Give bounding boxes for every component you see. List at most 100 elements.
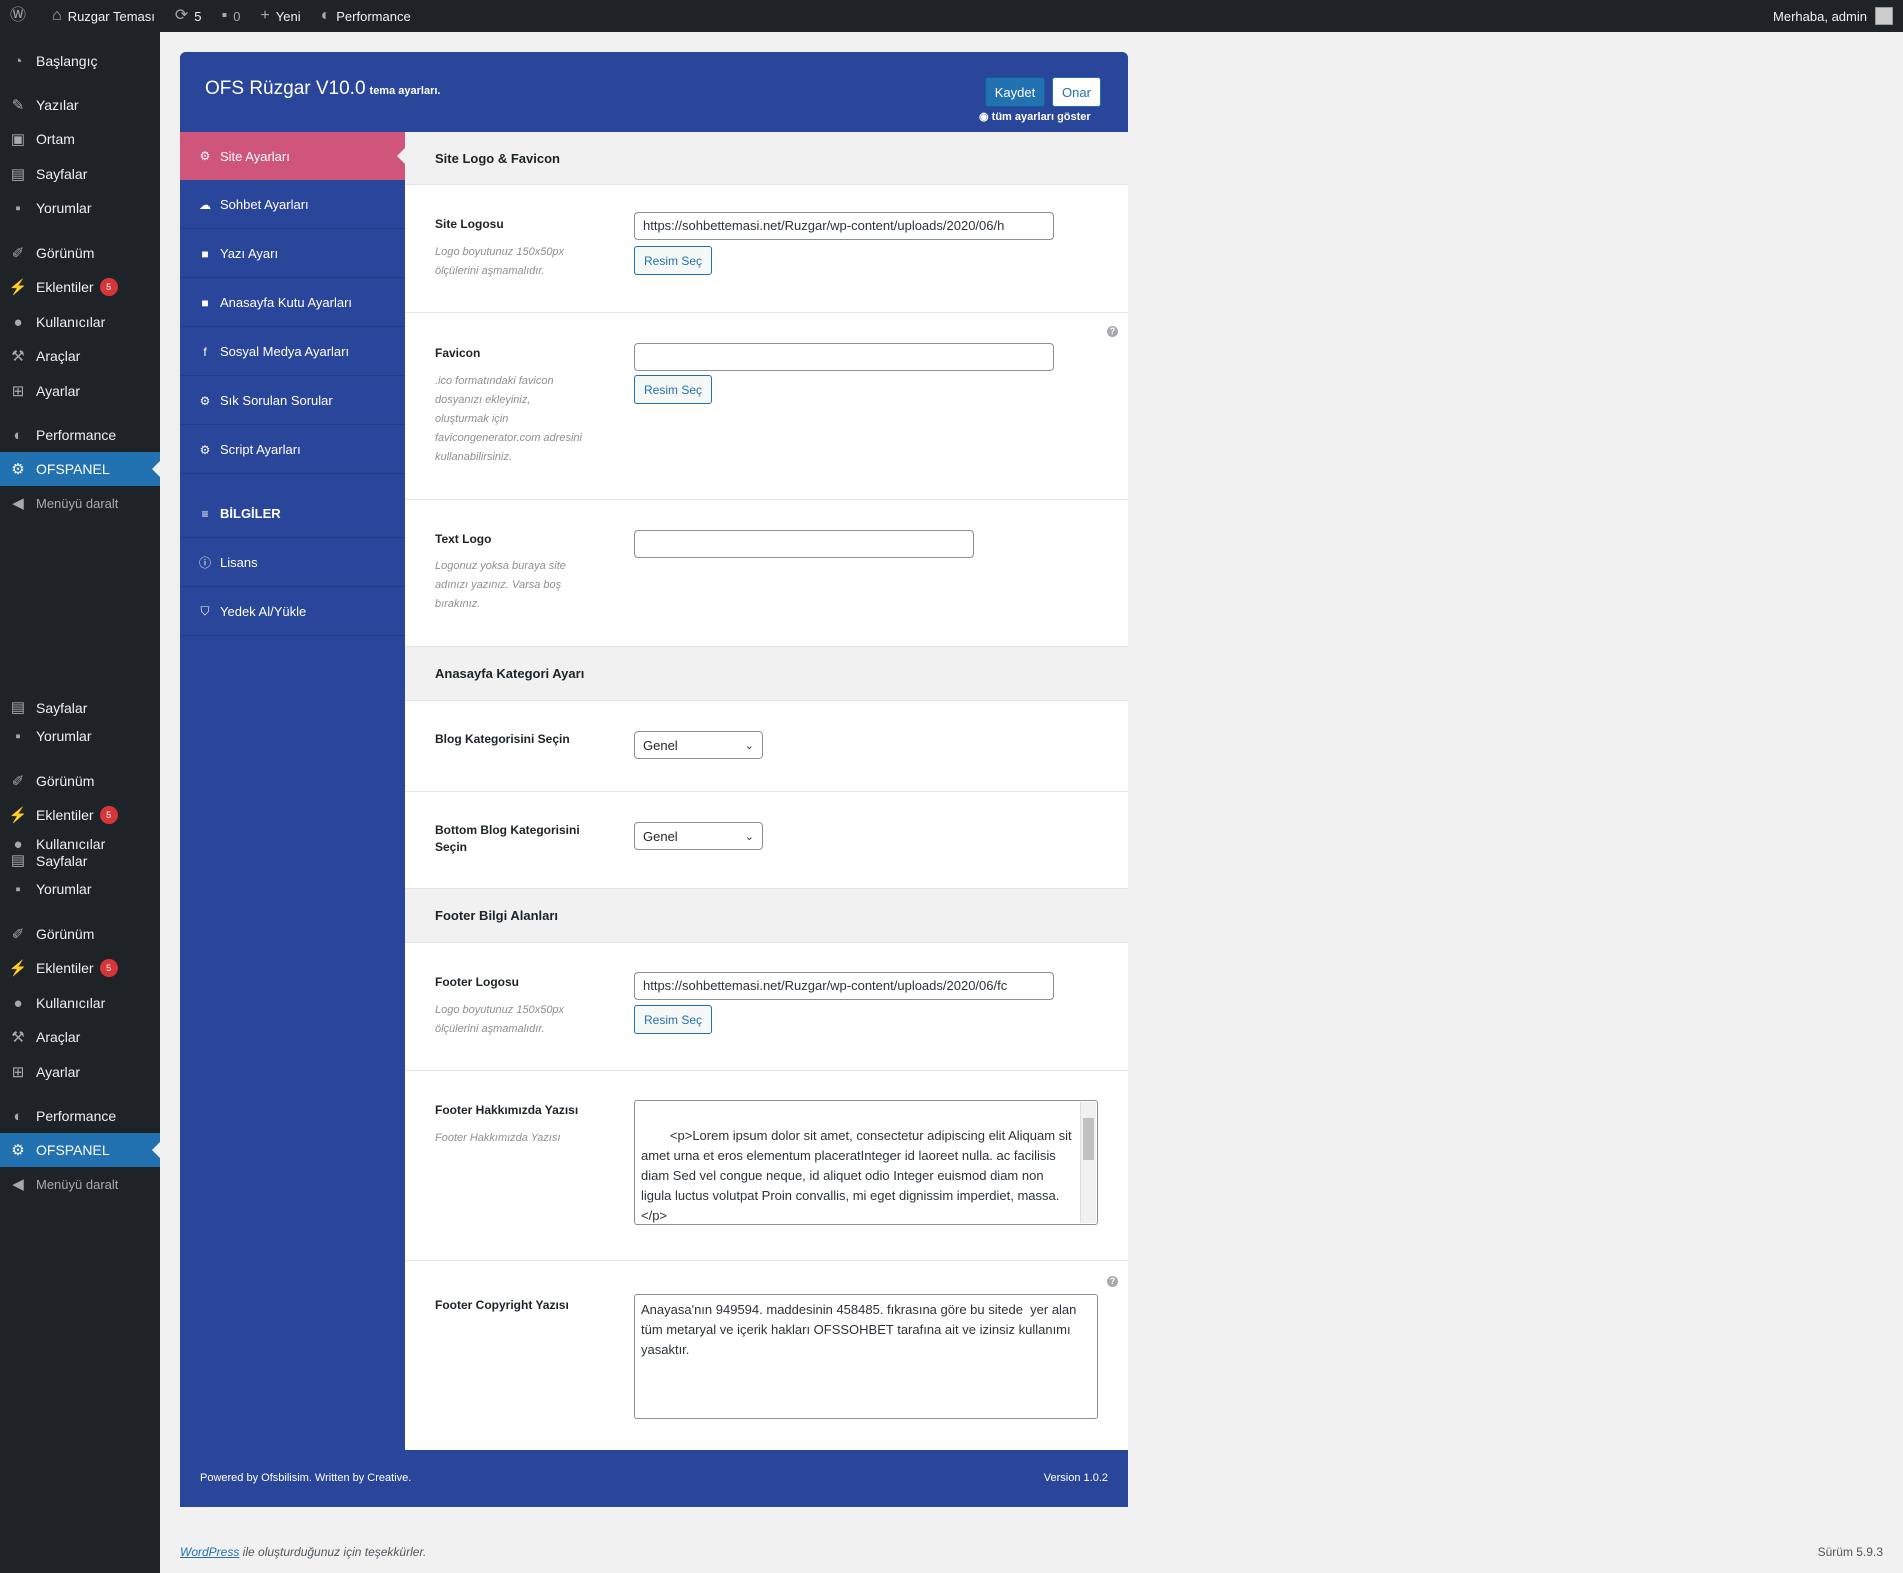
menu-appearance[interactable]: ✐ Görünüm	[0, 764, 160, 798]
menu-performance[interactable]: ◐ Performance	[0, 418, 160, 452]
user-icon: ●	[13, 835, 23, 853]
menu-label: Menüyü daralt	[36, 495, 119, 511]
menu-label: OFSPANEL	[36, 1142, 110, 1158]
help-icon[interactable]: ?	[1107, 1276, 1118, 1287]
user-icon: ●	[13, 994, 23, 1012]
scrollbar-thumb[interactable]	[1083, 1118, 1094, 1160]
menu-comments[interactable]: ▪ Yorumlar	[0, 872, 160, 906]
tab-chat-settings[interactable]: ☁ Sohbet Ayarları	[180, 181, 405, 229]
tab-faq[interactable]: ⚙ Sık Sorulan Sorular	[180, 377, 405, 425]
scrollbar[interactable]	[1080, 1102, 1096, 1223]
menu-collapse[interactable]: ◀ Menüyü daralt	[0, 1167, 160, 1201]
my-account-menu[interactable]: Merhaba, admin	[1773, 7, 1903, 25]
tab-label: Anasayfa Kutu Ayarları	[220, 295, 353, 310]
menu-comments[interactable]: ▪ Yorumlar	[0, 719, 160, 753]
footer-about-textarea[interactable]: <p>Lorem ipsum dolor sit amet, consectet…	[634, 1100, 1098, 1225]
powered-by-text: Powered by Ofsbilisim. Written by Creati…	[200, 1472, 412, 1484]
updates-menu[interactable]: ⟳ 5	[165, 0, 212, 32]
field-label: Favicon	[435, 346, 481, 360]
footer-logo-input[interactable]: https://sohbettemasi.net/Ruzgar/wp-conte…	[634, 972, 1054, 1000]
menu-tools[interactable]: ⚒ Araçlar	[0, 1020, 160, 1054]
choose-image-button[interactable]: Resim Seç	[634, 1005, 712, 1034]
field-description: Logo boyutunuz 150x50px ölçülerini aşmam…	[435, 246, 565, 277]
settings-content: Site Logo & Favicon Site Logosu Logo boy…	[405, 132, 1128, 1450]
bottom-blog-category-select[interactable]: Genel ⌄	[634, 822, 763, 850]
field-label: Site Logosu	[435, 217, 504, 231]
menu-dashboard[interactable]: ◔ Başlangıç	[0, 44, 160, 78]
comment-icon: ▪	[15, 880, 21, 898]
blog-category-select[interactable]: Genel ⌄	[634, 731, 763, 759]
menu-appearance[interactable]: ✐ Görünüm	[0, 917, 160, 951]
field-description: Logo boyutunuz 150x50px ölçülerini aşmam…	[435, 1004, 565, 1035]
menu-label: Yazılar	[36, 97, 79, 113]
choose-image-button[interactable]: Resim Seç	[634, 246, 712, 275]
gears-icon: ⚙	[199, 442, 211, 457]
user-icon: ●	[13, 313, 23, 331]
menu-pages[interactable]: ▤ Sayfalar	[0, 702, 160, 716]
menu-comments[interactable]: ▪ Yorumlar	[0, 191, 160, 225]
field-bottom-blog-category: Bottom Blog Kategorisini Seçin Genel ⌄	[405, 792, 1128, 889]
menu-ofspanel[interactable]: ⚙ OFSPANEL	[0, 452, 160, 486]
comment-icon: ▪	[15, 727, 21, 745]
choose-image-button[interactable]: Resim Seç	[634, 375, 712, 404]
menu-performance[interactable]: ◐ Performance	[0, 1099, 160, 1133]
reset-button[interactable]: Onar	[1052, 77, 1101, 107]
wp-logo-menu[interactable]: Ⓦ	[0, 0, 42, 32]
tab-label: Sohbet Ayarları	[220, 197, 309, 212]
menu-settings[interactable]: ⊞ Ayarlar	[0, 374, 160, 408]
menu-collapse[interactable]: ◀ Menüyü daralt	[0, 486, 160, 520]
menu-pages[interactable]: ▤ Sayfalar	[0, 157, 160, 191]
performance-menu[interactable]: ◐ Performance	[311, 0, 421, 32]
section-title: Site Logo & Favicon	[405, 132, 1128, 185]
field-footer-logo: Footer Logosu Logo boyutunuz 150x50px öl…	[405, 943, 1128, 1071]
tab-script-settings[interactable]: ⚙ Script Ayarları	[180, 426, 405, 474]
site-logo-input[interactable]: https://sohbettemasi.net/Ruzgar/wp-conte…	[634, 212, 1054, 240]
avatar	[1875, 7, 1893, 25]
menu-plugins[interactable]: ⚡ Eklentiler 5	[0, 798, 160, 832]
footer-copyright-textarea[interactable]: Anayasa'nın 949594. maddesinin 458485. f…	[634, 1294, 1098, 1419]
chevron-down-icon: ⌄	[744, 739, 754, 752]
text-logo-input[interactable]	[634, 530, 974, 558]
menu-ofspanel[interactable]: ⚙ OFSPANEL	[0, 1133, 160, 1167]
tab-license[interactable]: ⓘ Lisans	[180, 539, 405, 587]
menu-tools[interactable]: ⚒ Araçlar	[0, 339, 160, 373]
tab-social-media-settings[interactable]: f Sosyal Medya Ayarları	[180, 328, 405, 376]
comment-icon: ▪	[15, 199, 21, 217]
collapse-icon: ◀	[12, 1176, 24, 1193]
plugin-update-badge: 5	[99, 959, 118, 977]
menu-plugins[interactable]: ⚡ Eklentiler 5	[0, 951, 160, 985]
tab-label: Sık Sorulan Sorular	[220, 393, 333, 408]
brush-icon: ✐	[11, 773, 25, 790]
section-heading: BİLGİLER	[220, 506, 281, 521]
chat-icon: ☁	[199, 197, 211, 212]
menu-users[interactable]: ● Kullanıcılar	[0, 305, 160, 339]
menu-pages[interactable]: ▤ Sayfalar	[0, 855, 160, 869]
wordpress-link[interactable]: WordPress	[180, 1545, 239, 1559]
comments-menu[interactable]: ▪ 0	[212, 0, 251, 32]
new-content-menu[interactable]: + Yeni	[250, 0, 310, 32]
help-icon[interactable]: ?	[1107, 326, 1118, 337]
menu-settings[interactable]: ⊞ Ayarlar	[0, 1055, 160, 1089]
tab-backup[interactable]: ⛉ Yedek Al/Yükle	[180, 588, 405, 636]
menu-media[interactable]: ▣ Ortam	[0, 122, 160, 156]
tab-homepage-box-settings[interactable]: ■ Anasayfa Kutu Ayarları	[180, 279, 405, 327]
field-blog-category: Blog Kategorisini Seçin Genel ⌄	[405, 701, 1128, 792]
menu-appearance[interactable]: ✐ Görünüm	[0, 236, 160, 270]
tab-site-settings[interactable]: ⚙ Site Ayarları	[180, 132, 405, 180]
square-icon: ■	[201, 295, 209, 310]
show-all-settings-link[interactable]: ◉ tüm ayarları göster	[979, 110, 1091, 123]
site-name-menu[interactable]: ⌂ Ruzgar Teması	[42, 0, 165, 32]
menu-label: OFSPANEL	[36, 461, 110, 477]
save-button[interactable]: Kaydet	[985, 77, 1045, 107]
menu-users[interactable]: ● Kullanıcılar	[0, 833, 160, 855]
favicon-input[interactable]	[634, 343, 1054, 371]
menu-label: Görünüm	[36, 773, 95, 789]
menu-posts[interactable]: ✎ Yazılar	[0, 88, 160, 122]
tab-post-settings[interactable]: ■ Yazı Ayarı	[180, 230, 405, 278]
performance-icon: ◐	[320, 7, 331, 24]
menu-users[interactable]: ● Kullanıcılar	[0, 986, 160, 1020]
menu-plugins[interactable]: ⚡ Eklentiler 5	[0, 270, 160, 304]
tab-label: Yedek Al/Yükle	[220, 604, 307, 619]
admin-bar: Ⓦ ⌂ Ruzgar Teması ⟳ 5 ▪ 0 + Yeni ◐ Perfo…	[0, 0, 1903, 32]
menu-label: Ortam	[36, 131, 75, 147]
